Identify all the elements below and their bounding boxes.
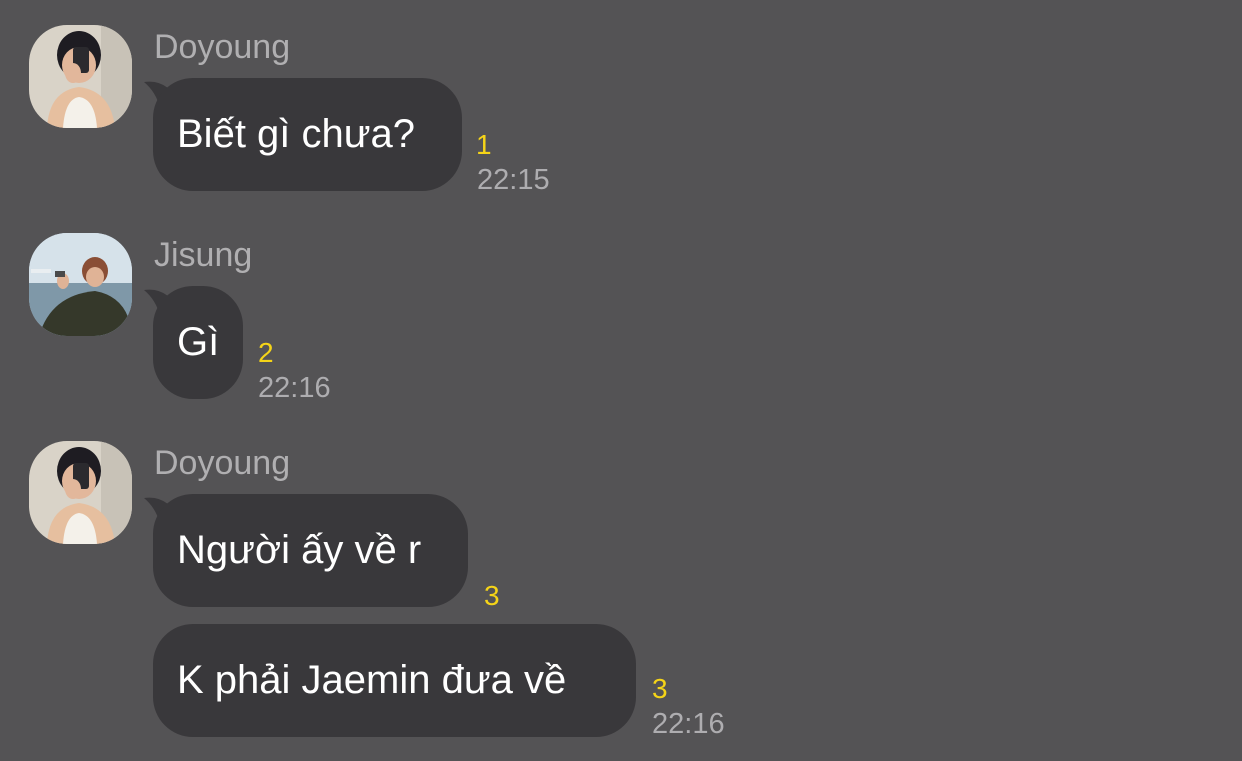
sender-name: Jisung (154, 236, 253, 274)
message-bubble[interactable]: K phải Jaemin đưa về (153, 624, 636, 737)
sender-name: Doyoung (154, 444, 291, 482)
unread-count: 2 (258, 337, 274, 368)
unread-count: 3 (652, 673, 668, 704)
avatar-photo-icon (29, 233, 132, 336)
message-time: 22:16 (652, 708, 725, 740)
message-time: 22:16 (258, 372, 331, 404)
sender-name: Doyoung (154, 28, 291, 66)
avatar-jisung[interactable] (29, 233, 132, 336)
avatar-doyoung[interactable] (29, 441, 132, 544)
message-bubble[interactable]: Biết gì chưa? (153, 78, 462, 191)
avatar-photo-icon (29, 25, 132, 128)
message-time: 22:15 (477, 164, 550, 196)
chat-thread: Doyoung Biết gì chưa? 1 22:15 Jisung Gì … (0, 0, 1242, 761)
message-bubble[interactable]: Gì (153, 286, 243, 399)
avatar-photo-icon (29, 441, 132, 544)
unread-count: 3 (484, 580, 500, 611)
avatar-doyoung[interactable] (29, 25, 132, 128)
message-bubble[interactable]: Người ấy về r (153, 494, 468, 607)
unread-count: 1 (476, 129, 492, 160)
